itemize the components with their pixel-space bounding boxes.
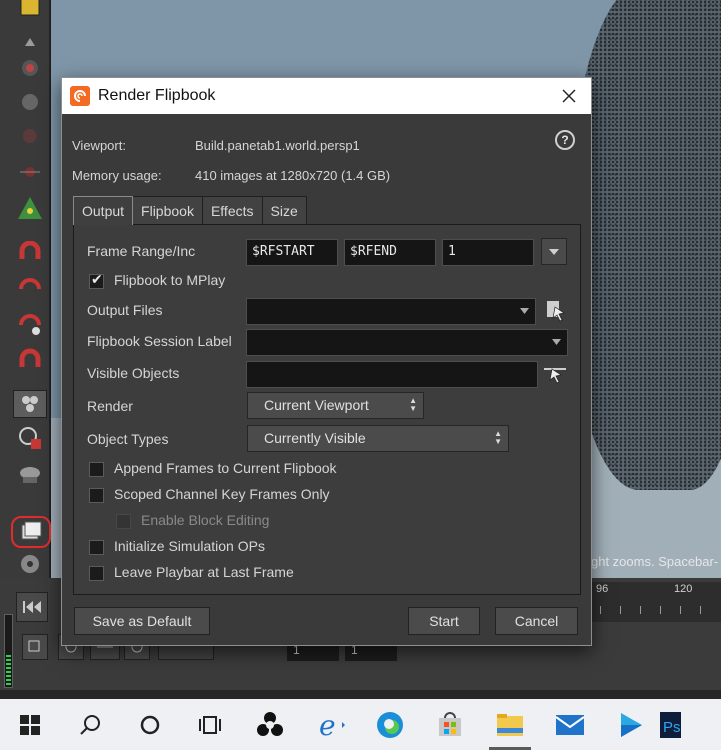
- peak-tool-icon[interactable]: [13, 310, 47, 338]
- transform-tool-icon[interactable]: [13, 88, 47, 116]
- windows-taskbar: e Ps: [0, 699, 721, 750]
- checkmark-icon: ✔: [91, 272, 103, 288]
- render-menu-value: Current Viewport: [264, 397, 369, 413]
- save-as-default-button[interactable]: Save as Default: [74, 607, 210, 635]
- tab-effects[interactable]: Effects: [201, 196, 263, 225]
- edge-icon[interactable]: [360, 699, 420, 750]
- chevron-down-icon: [549, 248, 559, 255]
- object-types-label: Object Types: [87, 431, 169, 447]
- session-label-field[interactable]: [246, 329, 568, 356]
- leave-playbar-label: Leave Playbar at Last Frame: [114, 564, 294, 580]
- frame-start-field[interactable]: $RFSTART: [246, 239, 338, 266]
- particle-cloud: [571, 0, 721, 490]
- render-menu[interactable]: Current Viewport ▲ ▼: [247, 392, 424, 419]
- enable-block-editing-checkbox[interactable]: [116, 514, 131, 529]
- dialog-titlebar[interactable]: Render Flipbook: [62, 78, 591, 114]
- tab-size[interactable]: Size: [261, 196, 307, 225]
- select-tool-icon[interactable]: [13, 54, 47, 82]
- output-files-label: Output Files: [87, 302, 163, 318]
- status-strip: [0, 690, 721, 699]
- output-tab-panel: Frame Range/Inc $RFSTART $RFEND 1 ✔ Flip…: [73, 224, 581, 595]
- tick-label-96: 96: [596, 583, 609, 595]
- memory-usage-value: 410 images at 1280x720 (1.4 GB): [195, 168, 391, 183]
- object-types-menu-value: Currently Visible: [264, 430, 366, 446]
- object-chooser-icon[interactable]: [542, 360, 568, 386]
- start-button[interactable]: Start: [408, 607, 480, 635]
- photoshop-icon[interactable]: Ps: [660, 699, 681, 750]
- jump-start-icon[interactable]: [16, 592, 48, 622]
- magnet-tool-icon[interactable]: [13, 240, 47, 268]
- viewport-value: Build.panetab1.world.persp1: [195, 138, 360, 153]
- task-view-icon[interactable]: [180, 699, 240, 750]
- viewport-hint-text: ght zooms. Spacebar-: [591, 554, 719, 569]
- close-icon[interactable]: [559, 86, 579, 106]
- output-files-field[interactable]: [246, 298, 536, 325]
- leave-playbar-checkbox[interactable]: [89, 566, 104, 581]
- file-explorer-icon[interactable]: [480, 699, 540, 750]
- flipbook-to-mplay-label: Flipbook to MPlay: [114, 272, 226, 288]
- scroll-up-icon[interactable]: [13, 28, 47, 56]
- scoped-channel-label: Scoped Channel Key Frames Only: [114, 486, 330, 502]
- visible-objects-field[interactable]: [246, 361, 538, 388]
- search-icon[interactable]: [60, 699, 120, 750]
- help-icon[interactable]: ?: [555, 130, 575, 150]
- session-label-label: Flipbook Session Label: [87, 333, 232, 349]
- houdini-logo-icon: [70, 86, 90, 106]
- camera-tool-icon[interactable]: [13, 460, 47, 488]
- frame-end-field[interactable]: $RFEND: [344, 239, 436, 266]
- snap-tool-icon[interactable]: [13, 424, 47, 452]
- lasso-tool-icon[interactable]: [13, 274, 47, 302]
- handle-tool-icon[interactable]: [13, 346, 47, 374]
- tick-label-120: 120: [674, 583, 693, 595]
- view-tool-icon[interactable]: [13, 390, 47, 418]
- chevron-down-icon[interactable]: [552, 339, 561, 345]
- render-label: Render: [87, 398, 133, 414]
- scoped-channel-checkbox[interactable]: [89, 488, 104, 503]
- append-frames-label: Append Frames to Current Flipbook: [114, 460, 337, 476]
- tab-output[interactable]: Output: [73, 196, 134, 225]
- frame-range-label: Frame Range/Inc: [87, 243, 196, 259]
- cortana-icon[interactable]: [120, 699, 180, 750]
- audio-level-meter: [4, 614, 13, 688]
- visible-objects-label: Visible Objects: [87, 365, 180, 381]
- initialize-simulation-label: Initialize Simulation OPs: [114, 538, 265, 554]
- mail-icon[interactable]: [540, 699, 600, 750]
- shelf-tool-icon[interactable]: [13, 0, 47, 22]
- viewport-label: Viewport:: [72, 138, 126, 153]
- pose-tool-icon[interactable]: [13, 194, 47, 222]
- display-options-icon[interactable]: [13, 550, 47, 578]
- tab-bar: Output Flipbook Effects Size: [73, 196, 307, 225]
- movies-icon[interactable]: [600, 699, 660, 750]
- store-icon[interactable]: [420, 699, 480, 750]
- ie-icon[interactable]: e: [300, 699, 360, 750]
- playbar-menu-icon[interactable]: [22, 634, 48, 660]
- object-types-menu[interactable]: Currently Visible ▲ ▼: [247, 425, 509, 452]
- file-chooser-icon[interactable]: [545, 299, 567, 323]
- memory-usage-label: Memory usage:: [72, 168, 162, 183]
- frame-inc-field[interactable]: 1: [442, 239, 534, 266]
- chevron-down-icon[interactable]: [520, 308, 529, 314]
- svg-text:Ps: Ps: [663, 719, 681, 736]
- svg-text:e: e: [319, 710, 336, 740]
- cancel-button[interactable]: Cancel: [495, 607, 578, 635]
- scale-tool-icon[interactable]: [13, 158, 47, 186]
- frame-range-menu-button[interactable]: [541, 238, 567, 265]
- dialog-title: Render Flipbook: [98, 87, 216, 104]
- flipbook-tool-icon[interactable]: [11, 516, 51, 548]
- initialize-simulation-checkbox[interactable]: [89, 540, 104, 555]
- tab-flipbook[interactable]: Flipbook: [132, 196, 203, 225]
- append-frames-checkbox[interactable]: [89, 462, 104, 477]
- render-flipbook-dialog: Render Flipbook Viewport: Build.panetab1…: [61, 77, 592, 646]
- chat-app-icon[interactable]: [240, 699, 300, 750]
- rotate-tool-icon[interactable]: [13, 122, 47, 150]
- flipbook-to-mplay-checkbox[interactable]: ✔: [89, 272, 104, 289]
- windows-start-icon[interactable]: [0, 699, 60, 750]
- up-down-arrows-icon: ▲ ▼: [409, 396, 417, 413]
- enable-block-editing-label: Enable Block Editing: [141, 512, 270, 528]
- timeline-ruler[interactable]: 96 120: [590, 582, 721, 622]
- up-down-arrows-icon: ▲ ▼: [494, 429, 502, 446]
